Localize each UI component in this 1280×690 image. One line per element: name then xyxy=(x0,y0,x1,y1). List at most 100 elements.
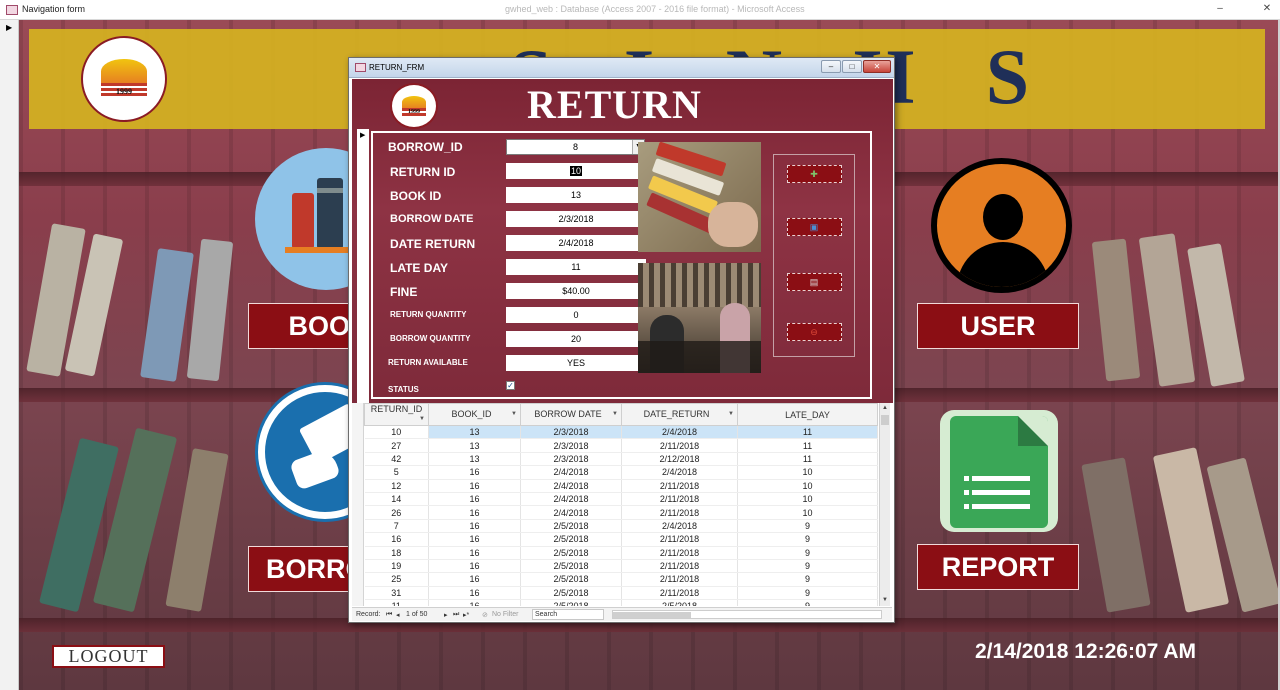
last-record-icon[interactable]: ⏭ xyxy=(453,611,459,619)
table-cell[interactable]: 2/11/2018 xyxy=(621,546,738,560)
popup-maximize-button[interactable]: □ xyxy=(842,60,862,73)
popup-minimize-button[interactable]: – xyxy=(821,60,841,73)
table-row[interactable]: 19 16 2/5/2018 2/11/2018 9 xyxy=(364,559,878,574)
scroll-thumb[interactable] xyxy=(881,415,889,425)
delete-record-button[interactable]: ⊖ xyxy=(787,323,842,341)
table-cell[interactable]: 11 xyxy=(737,425,878,440)
borrow-quantity-field[interactable]: 20 xyxy=(506,331,646,347)
table-cell[interactable]: 25 xyxy=(364,572,429,587)
table-cell[interactable]: 2/11/2018 xyxy=(621,479,738,493)
no-filter-icon[interactable]: ⊘ xyxy=(482,611,488,619)
table-cell[interactable]: 2/4/2018 xyxy=(520,505,622,520)
table-row[interactable]: 27 13 2/3/2018 2/11/2018 11 xyxy=(364,438,878,453)
table-cell[interactable]: 5 xyxy=(364,465,429,480)
table-cell[interactable]: 11 xyxy=(364,599,429,606)
table-row[interactable]: 10 13 2/3/2018 2/4/2018 11 xyxy=(364,425,878,440)
table-cell[interactable]: 2/4/2018 xyxy=(621,425,738,440)
fine-field[interactable]: $40.00 xyxy=(506,283,646,299)
popup-close-button[interactable]: ✕ xyxy=(863,60,891,73)
return-available-field[interactable]: YES xyxy=(506,355,646,371)
table-cell[interactable]: 16 xyxy=(428,572,521,587)
add-record-button[interactable]: ✚ xyxy=(787,165,842,183)
table-cell[interactable]: 2/5/2018 xyxy=(520,546,622,560)
table-cell[interactable]: 13 xyxy=(428,438,521,453)
table-cell[interactable]: 2/12/2018 xyxy=(621,452,738,467)
borrow-id-combo[interactable]: 8 ▼ xyxy=(506,139,645,155)
table-cell[interactable]: 2/5/2018 xyxy=(520,519,622,534)
table-cell[interactable]: 42 xyxy=(364,452,429,467)
table-cell[interactable]: 31 xyxy=(364,586,429,601)
column-header[interactable]: RETURN_ID ▼ xyxy=(364,403,429,426)
table-cell[interactable]: 9 xyxy=(737,559,878,574)
table-row[interactable]: 31 16 2/5/2018 2/11/2018 9 xyxy=(364,586,878,601)
new-record-nav-icon[interactable]: ▸* xyxy=(463,611,469,619)
user-icon[interactable] xyxy=(931,158,1072,293)
table-cell[interactable]: 27 xyxy=(364,438,429,453)
table-cell[interactable]: 2/11/2018 xyxy=(621,438,738,453)
close-button[interactable]: ✕ xyxy=(1260,3,1274,16)
table-cell[interactable]: 2/3/2018 xyxy=(520,452,622,467)
table-cell[interactable]: 2/11/2018 xyxy=(621,559,738,574)
table-cell[interactable]: 9 xyxy=(737,586,878,601)
status-checkbox[interactable]: ✓ xyxy=(506,381,515,390)
table-cell[interactable]: 2/11/2018 xyxy=(621,572,738,587)
table-cell[interactable]: 16 xyxy=(428,559,521,574)
table-cell[interactable]: 16 xyxy=(428,505,521,520)
row-selector-column[interactable] xyxy=(352,403,364,606)
next-record-icon[interactable]: ▸ xyxy=(444,611,448,619)
column-header[interactable]: LATE_DAY xyxy=(737,403,878,426)
record-selector-strip[interactable]: ▶ xyxy=(0,20,19,690)
table-row[interactable]: 25 16 2/5/2018 2/11/2018 9 xyxy=(364,572,878,587)
table-cell[interactable]: 2/11/2018 xyxy=(621,586,738,601)
table-cell[interactable]: 2/4/2018 xyxy=(520,492,622,507)
table-cell[interactable]: 9 xyxy=(737,599,878,606)
table-cell[interactable]: 2/4/2018 xyxy=(621,465,738,480)
table-cell[interactable]: 10 xyxy=(737,505,878,520)
table-row[interactable]: 7 16 2/5/2018 2/4/2018 9 xyxy=(364,519,878,534)
search-input[interactable]: Search xyxy=(532,609,604,620)
table-cell[interactable]: 13 xyxy=(428,452,521,467)
table-cell[interactable]: 2/3/2018 xyxy=(520,438,622,453)
table-cell[interactable]: 2/5/2018 xyxy=(520,572,622,587)
table-cell[interactable]: 2/3/2018 xyxy=(520,425,622,440)
horizontal-scrollbar[interactable] xyxy=(612,610,882,619)
column-header[interactable]: BORROW DATE ▼ xyxy=(520,403,622,426)
table-row[interactable]: 18 16 2/5/2018 2/11/2018 9 xyxy=(364,546,878,560)
report-button[interactable]: REPORT xyxy=(917,544,1079,590)
table-cell[interactable]: 16 xyxy=(428,519,521,534)
late-day-field[interactable]: 11 xyxy=(506,259,646,275)
table-cell[interactable]: 2/11/2018 xyxy=(621,532,738,547)
table-cell[interactable]: 9 xyxy=(737,572,878,587)
table-row[interactable]: 11162/5/20182/5/20189 xyxy=(364,599,878,606)
date-return-field[interactable]: 2/4/2018 xyxy=(506,235,646,251)
table-cell[interactable]: 10 xyxy=(737,492,878,507)
table-row[interactable]: 14 16 2/4/2018 2/11/2018 10 xyxy=(364,492,878,507)
table-cell[interactable]: 2/11/2018 xyxy=(621,492,738,507)
user-button[interactable]: USER xyxy=(917,303,1079,349)
table-cell[interactable]: 2/4/2018 xyxy=(520,465,622,480)
table-cell[interactable]: 12 xyxy=(364,479,429,493)
table-cell[interactable]: 2/5/2018 xyxy=(520,559,622,574)
table-cell[interactable]: 16 xyxy=(364,532,429,547)
book-id-field[interactable]: 13 xyxy=(506,187,646,203)
table-cell[interactable]: 16 xyxy=(428,492,521,507)
table-cell[interactable]: 9 xyxy=(737,546,878,560)
table-cell[interactable]: 2/4/2018 xyxy=(520,479,622,493)
vertical-scrollbar[interactable]: ▲ ▼ xyxy=(879,403,890,606)
scroll-down-icon[interactable]: ▼ xyxy=(880,595,890,606)
return-quantity-field[interactable]: 0 xyxy=(506,307,646,323)
table-row[interactable]: 26 16 2/4/2018 2/11/2018 10 xyxy=(364,505,878,520)
table-cell[interactable]: 16 xyxy=(428,599,521,606)
table-cell[interactable]: 18 xyxy=(364,546,429,560)
return-form-titlebar[interactable]: RETURN_FRM – □ ✕ xyxy=(349,58,894,78)
table-cell[interactable]: 2/11/2018 xyxy=(621,505,738,520)
table-cell[interactable]: 19 xyxy=(364,559,429,574)
table-cell[interactable]: 2/5/2018 xyxy=(520,599,622,606)
record-position[interactable]: 1 of 50 xyxy=(406,611,427,618)
logout-button[interactable]: LOGOUT xyxy=(52,645,165,668)
filter-status[interactable]: No Filter xyxy=(492,611,518,618)
table-cell[interactable]: 11 xyxy=(737,452,878,467)
table-cell[interactable]: 2/4/2018 xyxy=(621,519,738,534)
table-row[interactable]: 16 16 2/5/2018 2/11/2018 9 xyxy=(364,532,878,547)
table-row[interactable]: 42 13 2/3/2018 2/12/2018 11 xyxy=(364,452,878,467)
